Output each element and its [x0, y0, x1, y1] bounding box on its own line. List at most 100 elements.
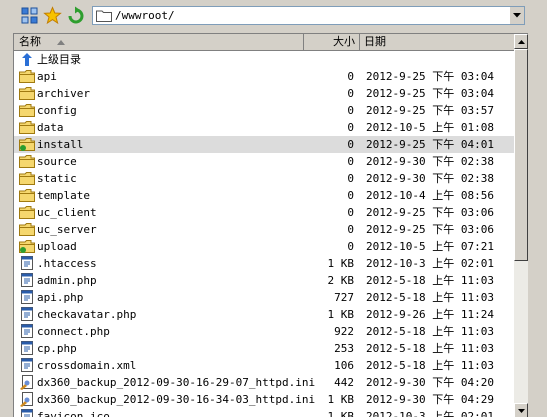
file-size: 442 [334, 376, 354, 389]
file-row[interactable]: favicon.ico 1 KB 2012-10-3 上午 02:01 [14, 408, 514, 417]
connect-button[interactable] [20, 6, 39, 25]
file-size: 106 [334, 359, 354, 372]
file-size: 253 [334, 342, 354, 355]
file-icon [21, 341, 33, 355]
toolbar: /wwwroot/ [0, 0, 547, 33]
file-date: 2012-10-3 上午 02:01 [366, 257, 494, 270]
sort-ascending-icon [56, 39, 65, 45]
file-row[interactable]: api.php 727 2012-5-18 上午 11:03 [14, 289, 514, 306]
file-size: 1 KB [327, 410, 355, 417]
file-date: 2012-10-4 上午 08:56 [366, 189, 494, 202]
folder-icon [19, 121, 35, 134]
settings-file-icon [20, 375, 33, 390]
file-name: upload [37, 240, 77, 253]
file-row[interactable]: admin.php 2 KB 2012-5-18 上午 11:03 [14, 272, 514, 289]
favorite-button[interactable] [43, 6, 62, 25]
list-header: 名称 大小 日期 [14, 34, 514, 51]
column-header-size[interactable]: 大小 [304, 34, 360, 50]
address-text: /wwwroot/ [115, 9, 175, 22]
file-size: 0 [347, 155, 354, 168]
file-size: 0 [347, 223, 354, 236]
file-name: crossdomain.xml [37, 359, 137, 372]
file-row[interactable]: data 0 2012-10-5 上午 01:08 [14, 119, 514, 136]
file-icon [21, 358, 33, 372]
file-name: install [37, 138, 84, 151]
folder-icon [19, 87, 35, 100]
file-name: favicon.ico [37, 410, 110, 417]
connect-icon [21, 7, 38, 24]
file-icon [21, 324, 33, 338]
folder-shared-icon [19, 240, 35, 253]
file-name: data [37, 121, 64, 134]
refresh-button[interactable] [66, 6, 85, 25]
file-size: 0 [347, 172, 354, 185]
file-row[interactable]: upload 0 2012-10-5 上午 07:21 [14, 238, 514, 255]
file-name: dx360_backup_2012-09-30-16-34-03_httpd.i… [37, 393, 316, 406]
file-row[interactable]: .htaccess 1 KB 2012-10-3 上午 02:01 [14, 255, 514, 272]
file-row[interactable]: dx360_backup_2012-09-30-16-29-07_httpd.i… [14, 374, 514, 391]
file-rows: 上级目录 api 0 2012-9-25 下午 03:04 archiver 0 2012… [14, 51, 514, 417]
file-name: admin.php [37, 274, 97, 287]
file-date: 2012-5-18 上午 11:03 [366, 342, 494, 355]
column-header-name[interactable]: 名称 [14, 34, 304, 50]
file-row[interactable]: dx360_backup_2012-09-30-16-34-03_httpd.i… [14, 391, 514, 408]
file-row[interactable]: uc_server 0 2012-9-25 下午 03:06 [14, 221, 514, 238]
file-name: cp.php [37, 342, 77, 355]
file-row[interactable]: uc_client 0 2012-9-25 下午 03:06 [14, 204, 514, 221]
file-row[interactable]: api 0 2012-9-25 下午 03:04 [14, 68, 514, 85]
file-icon [21, 290, 33, 304]
address-bar[interactable]: /wwwroot/ [92, 6, 525, 25]
file-row[interactable]: archiver 0 2012-9-25 下午 03:04 [14, 85, 514, 102]
address-dropdown-button[interactable] [509, 7, 524, 24]
file-name: uc_client [37, 206, 97, 219]
file-date: 2012-5-18 上午 11:03 [366, 291, 494, 304]
file-size: 0 [347, 138, 354, 151]
file-size: 0 [347, 189, 354, 202]
file-size: 2 KB [327, 274, 355, 287]
file-row[interactable]: static 0 2012-9-30 下午 02:38 [14, 170, 514, 187]
scroll-up-button[interactable] [514, 34, 528, 49]
parent-directory-row[interactable]: 上级目录 [14, 51, 514, 68]
file-row[interactable]: config 0 2012-9-25 下午 03:57 [14, 102, 514, 119]
vertical-scrollbar[interactable] [514, 34, 528, 417]
file-date: 2012-9-30 下午 04:20 [366, 376, 494, 389]
file-name: connect.php [37, 325, 110, 338]
file-name: static [37, 172, 77, 185]
file-size: 922 [334, 325, 354, 338]
settings-file-icon [20, 392, 33, 407]
file-size: 0 [347, 240, 354, 253]
file-size: 0 [347, 104, 354, 117]
folder-icon [19, 223, 35, 236]
file-row[interactable]: template 0 2012-10-4 上午 08:56 [14, 187, 514, 204]
file-date: 2012-9-25 下午 03:04 [366, 70, 494, 83]
scroll-thumb[interactable] [514, 49, 528, 261]
file-name: api.php [37, 291, 84, 304]
file-icon [21, 273, 33, 287]
refresh-icon [68, 6, 84, 24]
file-date: 2012-9-30 下午 02:38 [366, 172, 494, 185]
file-size: 1 KB [327, 257, 355, 270]
file-size: 1 KB [327, 393, 355, 406]
chevron-down-icon [513, 13, 521, 18]
file-date: 2012-9-25 下午 04:01 [366, 138, 494, 151]
file-date: 2012-9-26 上午 11:24 [366, 308, 494, 321]
file-row[interactable]: connect.php 922 2012-5-18 上午 11:03 [14, 323, 514, 340]
folder-icon [19, 189, 35, 202]
file-name: dx360_backup_2012-09-30-16-29-07_httpd.i… [37, 376, 316, 389]
file-row[interactable]: install 0 2012-9-25 下午 04:01 [14, 136, 514, 153]
chevron-up-icon [518, 40, 525, 44]
folder-icon [19, 70, 35, 83]
column-header-date[interactable]: 日期 [360, 34, 514, 50]
file-icon [21, 307, 33, 321]
file-icon [21, 409, 33, 417]
file-row[interactable]: crossdomain.xml 106 2012-5-18 上午 11:03 [14, 357, 514, 374]
file-date: 2012-9-25 下午 03:57 [366, 104, 494, 117]
file-row[interactable]: checkavatar.php 1 KB 2012-9-26 上午 11:24 [14, 306, 514, 323]
file-date: 2012-9-25 下午 03:04 [366, 87, 494, 100]
file-date: 2012-5-18 上午 11:03 [366, 359, 494, 372]
file-row[interactable]: source 0 2012-9-30 下午 02:38 [14, 153, 514, 170]
file-name: config [37, 104, 77, 117]
scroll-down-button[interactable] [514, 403, 528, 417]
file-size: 0 [347, 206, 354, 219]
file-row[interactable]: cp.php 253 2012-5-18 上午 11:03 [14, 340, 514, 357]
